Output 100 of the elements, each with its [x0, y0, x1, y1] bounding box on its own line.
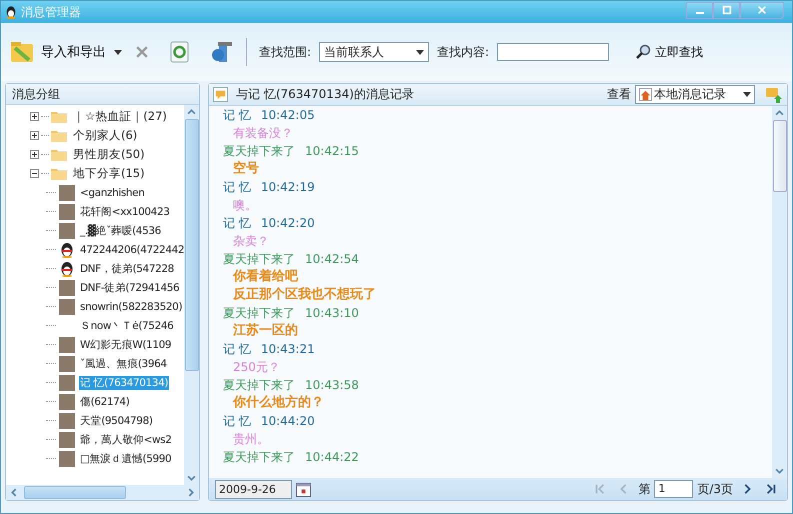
- contact-item[interactable]: <ganzhishen: [79, 186, 146, 198]
- contact-item[interactable]: 472244206(4722442: [79, 244, 184, 256]
- expand-icon[interactable]: [30, 131, 39, 140]
- window-title: 消息管理器: [21, 4, 81, 20]
- scroll-down-icon[interactable]: [187, 475, 196, 481]
- minimize-icon: [696, 12, 704, 14]
- page-prefix: 第: [638, 480, 650, 498]
- sidebar-title: 消息分组: [12, 86, 60, 102]
- message-time: 10:43:10: [305, 305, 359, 322]
- avatar-photo-placeholder: [59, 222, 75, 238]
- scroll-thumb[interactable]: [24, 486, 126, 499]
- scroll-down-icon[interactable]: [775, 468, 784, 474]
- import-export-button[interactable]: 导入和导出: [9, 38, 122, 66]
- search-scope-label: 查找范围:: [259, 44, 312, 60]
- view-label: 查看: [607, 86, 631, 103]
- message-text: 你什么地方的？: [232, 394, 325, 412]
- contact-item[interactable]: Ｓnow丶Ｔė(75246: [79, 318, 174, 332]
- message-sender: 记 忆: [223, 341, 251, 358]
- contact-item[interactable]: 花轩阁<xx100423: [79, 204, 171, 218]
- avatar-photo-placeholder: [59, 356, 75, 372]
- chat-title: 与记 忆(763470134)的消息记录: [236, 86, 415, 103]
- folder-icon: [51, 129, 67, 142]
- folder-icon: [51, 167, 67, 180]
- message-text: 江苏一区的: [232, 322, 299, 340]
- scroll-thumb[interactable]: [772, 120, 786, 192]
- contact-item[interactable]: _.▓絶ˇ葬嗳(4536: [79, 224, 162, 238]
- avatar-photo-placeholder: [59, 432, 75, 448]
- contact-item[interactable]: ˇ風過、無痕(3964: [79, 356, 168, 370]
- avatar-photo-placeholder: [59, 204, 75, 220]
- calendar-icon[interactable]: [296, 482, 311, 496]
- minimize-button[interactable]: [686, 2, 713, 18]
- message-text: 250元？: [232, 359, 281, 376]
- view-dropdown[interactable]: 本地消息记录: [635, 85, 755, 104]
- caret-icon: [114, 50, 122, 54]
- avatar-photo-placeholder: [59, 374, 75, 390]
- vertical-scrollbar[interactable]: [184, 105, 199, 485]
- message-time: 10:43:58: [305, 377, 359, 394]
- scroll-up-icon[interactable]: [775, 110, 784, 116]
- chat-scrollbar[interactable]: [772, 106, 787, 478]
- avatar-photo-placeholder: [59, 184, 75, 200]
- group-item[interactable]: 男性朋友(50): [73, 147, 145, 162]
- contact-item[interactable]: 爺，萬人敬仰<ws2: [79, 432, 173, 446]
- penguin-icon: [59, 242, 75, 258]
- scroll-left-icon[interactable]: [11, 488, 17, 497]
- search-scope-dropdown[interactable]: 当前联系人: [319, 42, 430, 62]
- avatar-photo-placeholder: [59, 412, 75, 428]
- folder-icon: [51, 148, 67, 161]
- avatar-photo-placeholder: [59, 298, 75, 314]
- message-sender: 夏天掉下来了: [223, 251, 295, 268]
- expand-icon[interactable]: [30, 112, 39, 121]
- avatar-photo-placeholder: [59, 336, 75, 352]
- maximize-button[interactable]: [713, 2, 740, 18]
- contact-item[interactable]: □無淚ｄ遺憾(5990: [79, 452, 172, 466]
- message-time: 10:42:19: [260, 179, 315, 196]
- group-item[interactable]: 地下分享(15): [73, 166, 145, 181]
- contact-item[interactable]: 傷(62174): [79, 394, 130, 408]
- message-time: 10:44:20: [260, 413, 315, 430]
- expand-icon[interactable]: [30, 150, 39, 159]
- message-text: 空号: [232, 160, 260, 178]
- message-time: 10:42:54: [305, 251, 359, 268]
- chat-bubble-icon: [213, 87, 228, 102]
- maximize-icon: [722, 5, 732, 15]
- message-time: 10:42:15: [305, 143, 359, 160]
- tools-icon[interactable]: [210, 40, 234, 64]
- search-content-field[interactable]: [497, 43, 610, 61]
- contact-item[interactable]: 天堂(9504798): [79, 414, 154, 428]
- message-text: 杂卖？: [232, 233, 270, 250]
- search-button[interactable]: 立即查找: [635, 44, 704, 60]
- message-sender: 记 忆: [223, 215, 251, 232]
- export-icon[interactable]: [765, 86, 783, 104]
- message-text: 噢。: [232, 197, 258, 214]
- message-sender: 夏天掉下来了: [223, 449, 295, 466]
- scroll-up-icon[interactable]: [187, 109, 196, 115]
- caret-icon: [743, 92, 751, 97]
- contact-item[interactable]: DNF-徒弟(72941456: [79, 280, 180, 294]
- penguin-icon: [5, 5, 17, 19]
- group-item[interactable]: ｜☆热血証｜(27): [73, 109, 167, 124]
- folder-icon: [51, 110, 67, 123]
- message-sender: 夏天掉下来了: [223, 143, 295, 160]
- collapse-icon[interactable]: [30, 169, 39, 178]
- horizontal-scrollbar[interactable]: [6, 485, 199, 500]
- delete-icon[interactable]: [134, 44, 150, 60]
- scroll-thumb[interactable]: [184, 119, 198, 371]
- message-time: 10:42:05: [260, 107, 315, 124]
- last-page-icon[interactable]: [765, 483, 777, 495]
- message-sender: 夏天掉下来了: [223, 377, 295, 394]
- page-field[interactable]: 1: [654, 480, 694, 498]
- caret-icon: [416, 50, 424, 54]
- penguin-icon: [59, 260, 75, 276]
- message-sender: 记 忆: [223, 413, 251, 430]
- date-field[interactable]: 2009-9-26: [215, 480, 292, 498]
- contact-item[interactable]: W幻影无痕W(1109: [79, 338, 172, 352]
- message-sender: 夏天掉下来了: [223, 305, 295, 322]
- contact-item[interactable]: DNF，徒弟(547228: [79, 262, 175, 276]
- group-item[interactable]: 个别家人(6): [73, 128, 138, 143]
- message-sender: 记 忆: [223, 107, 251, 124]
- close-button[interactable]: [740, 2, 784, 18]
- scroll-right-icon[interactable]: [188, 488, 194, 497]
- close-icon: [757, 5, 767, 15]
- contact-item[interactable]: snowrin(582283520): [79, 300, 184, 312]
